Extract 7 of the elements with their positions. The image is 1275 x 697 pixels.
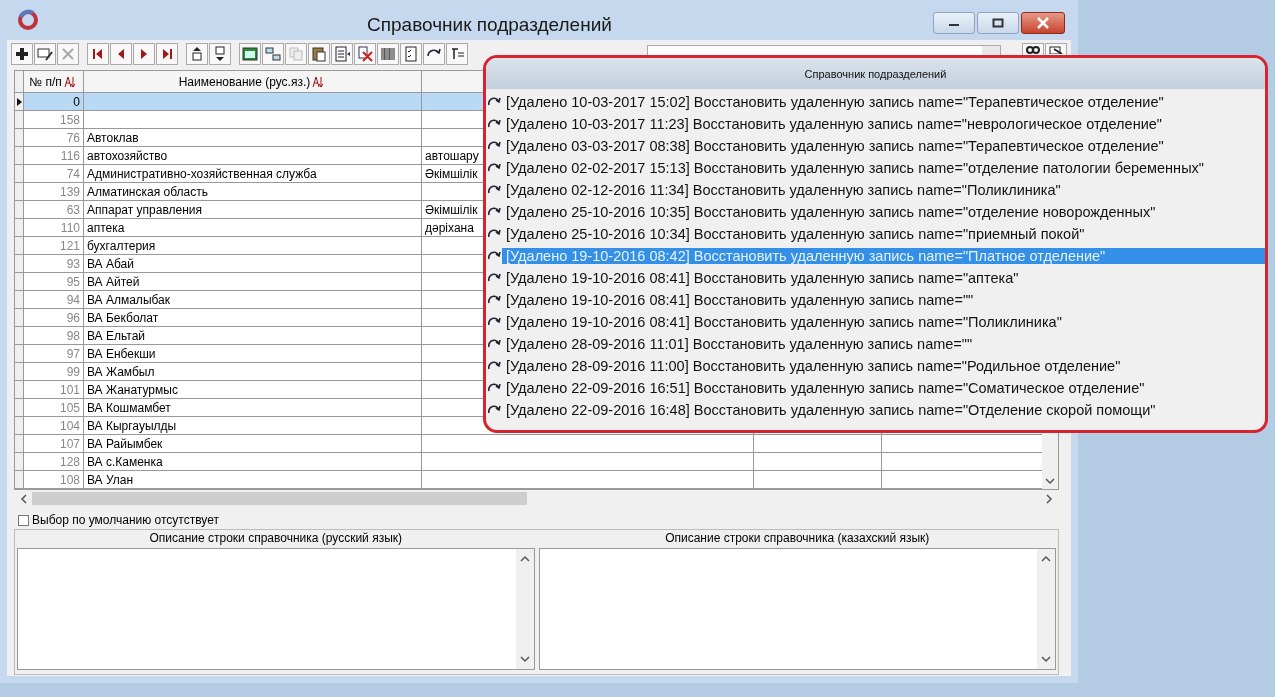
table-cell: ВА Улан [84,471,422,489]
panel-title: Описание строки справочника (русский язык) [149,531,402,545]
checkbox-label: Выбор по умолчанию отсутствует [32,513,219,527]
popup-title: Справочник подразделений [486,58,1265,89]
window-title: Справочник подразделений [367,14,612,36]
panel-title: Описание строки справочника (казахский язык) [665,531,930,545]
row-number: 108 [24,471,84,489]
